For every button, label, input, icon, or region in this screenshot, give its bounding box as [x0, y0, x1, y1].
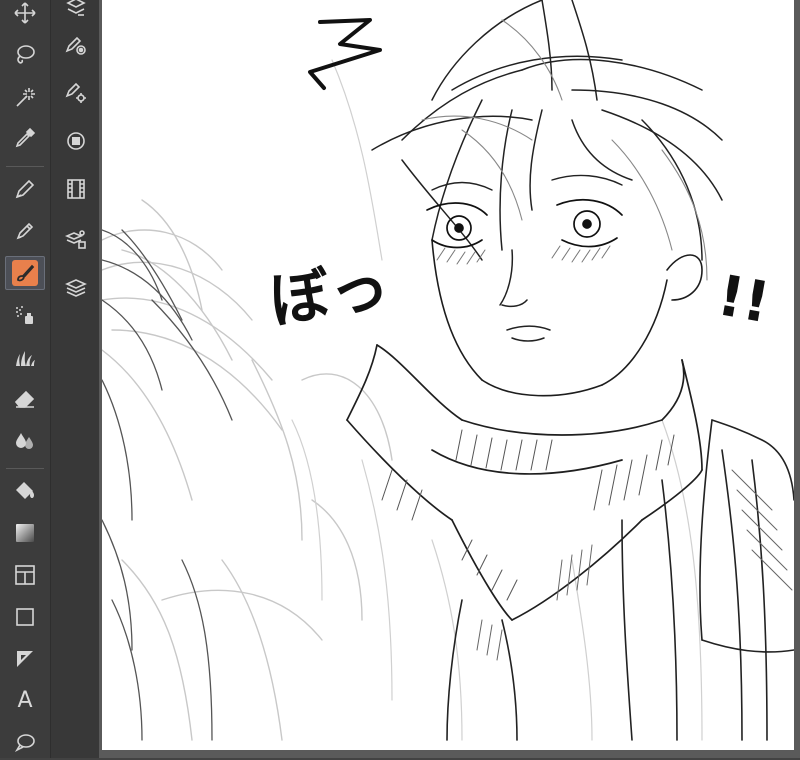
ruler-icon — [17, 651, 33, 667]
material-button[interactable] — [56, 222, 96, 256]
decoration-grass-icon — [16, 351, 35, 366]
object-button[interactable] — [56, 124, 96, 158]
blush-hatching — [436, 245, 611, 265]
layer-select-button[interactable] — [56, 0, 96, 26]
scarf-shading — [381, 429, 675, 601]
frame-border-icon — [15, 565, 35, 585]
airbrush-tool-button[interactable] — [5, 298, 45, 332]
decoration-tool-button[interactable] — [5, 340, 45, 374]
gradient-tool-button[interactable] — [5, 516, 45, 550]
magic-wand-icon — [16, 88, 35, 107]
layer-select-icon — [66, 0, 86, 16]
gradient-icon — [16, 524, 34, 542]
lasso-icon — [17, 45, 35, 64]
eyedropper-icon — [15, 127, 36, 148]
eyebrows — [431, 174, 623, 191]
canvas-area: ぼっ !! — [99, 0, 800, 758]
guide-strokes — [291, 59, 703, 741]
left-eye — [426, 202, 488, 249]
text-tool-button[interactable]: A — [5, 684, 45, 718]
eraser-icon — [14, 390, 35, 408]
correct-line-button[interactable] — [56, 28, 96, 62]
sub-tool-palette — [50, 0, 100, 758]
figure-tool-button[interactable] — [5, 600, 45, 634]
main-hair-lines — [371, 0, 723, 261]
coat-shading — [476, 469, 793, 661]
tool-palette: A — [0, 0, 50, 758]
scarf-outline — [346, 344, 703, 621]
frame-border-tool-button[interactable] — [5, 558, 45, 592]
fill-tool-button[interactable] — [5, 474, 45, 508]
material-icon — [64, 230, 86, 249]
text-icon: A — [17, 688, 33, 713]
sfx-bo-text: ぼっ — [265, 251, 394, 337]
nose-mouth — [499, 249, 551, 342]
face-outline — [431, 239, 703, 397]
eraser-tool-button[interactable] — [5, 382, 45, 416]
tool-separator — [6, 166, 44, 167]
object-icon — [67, 132, 85, 150]
balloon-icon — [14, 734, 35, 752]
animation-button[interactable] — [56, 172, 96, 206]
right-eye — [556, 198, 623, 248]
eyedropper-tool-button[interactable] — [5, 121, 45, 155]
brush-icon — [17, 264, 35, 282]
pen-tool-button[interactable] — [5, 172, 45, 206]
pencil-tool-button[interactable] — [5, 214, 45, 248]
fill-bucket-icon — [16, 482, 34, 499]
line-settings-icon — [65, 82, 86, 103]
rectangle-shape-icon — [16, 608, 34, 626]
shock-mark — [308, 18, 382, 90]
active-tool-highlight — [12, 260, 38, 286]
sfx-exclaim-text: !! — [713, 263, 775, 336]
coat-outline — [446, 419, 794, 741]
blend-icon — [16, 433, 33, 449]
sketch-illustration: ぼっ !! — [102, 0, 794, 741]
move-icon — [14, 2, 36, 24]
layers-button[interactable] — [56, 270, 96, 304]
left-figure-hair-lines — [102, 229, 233, 741]
move-tool-button[interactable] — [5, 0, 45, 30]
animation-film-icon — [67, 179, 85, 199]
lasso-tool-button[interactable] — [5, 38, 45, 72]
airbrush-icon — [16, 306, 33, 324]
ruler-tool-button[interactable] — [5, 642, 45, 676]
magic-wand-tool-button[interactable] — [5, 80, 45, 114]
balloon-tool-button[interactable] — [5, 726, 45, 760]
pencil-icon — [16, 222, 34, 240]
pen-icon — [15, 179, 35, 199]
correct-line-icon — [65, 36, 86, 55]
blend-tool-button[interactable] — [5, 424, 45, 458]
brush-tool-button[interactable] — [5, 256, 45, 290]
layers-icon — [65, 279, 87, 297]
tool-separator — [6, 468, 44, 469]
line-settings-button[interactable] — [56, 76, 96, 110]
drawing-canvas[interactable]: ぼっ !! — [102, 0, 794, 750]
